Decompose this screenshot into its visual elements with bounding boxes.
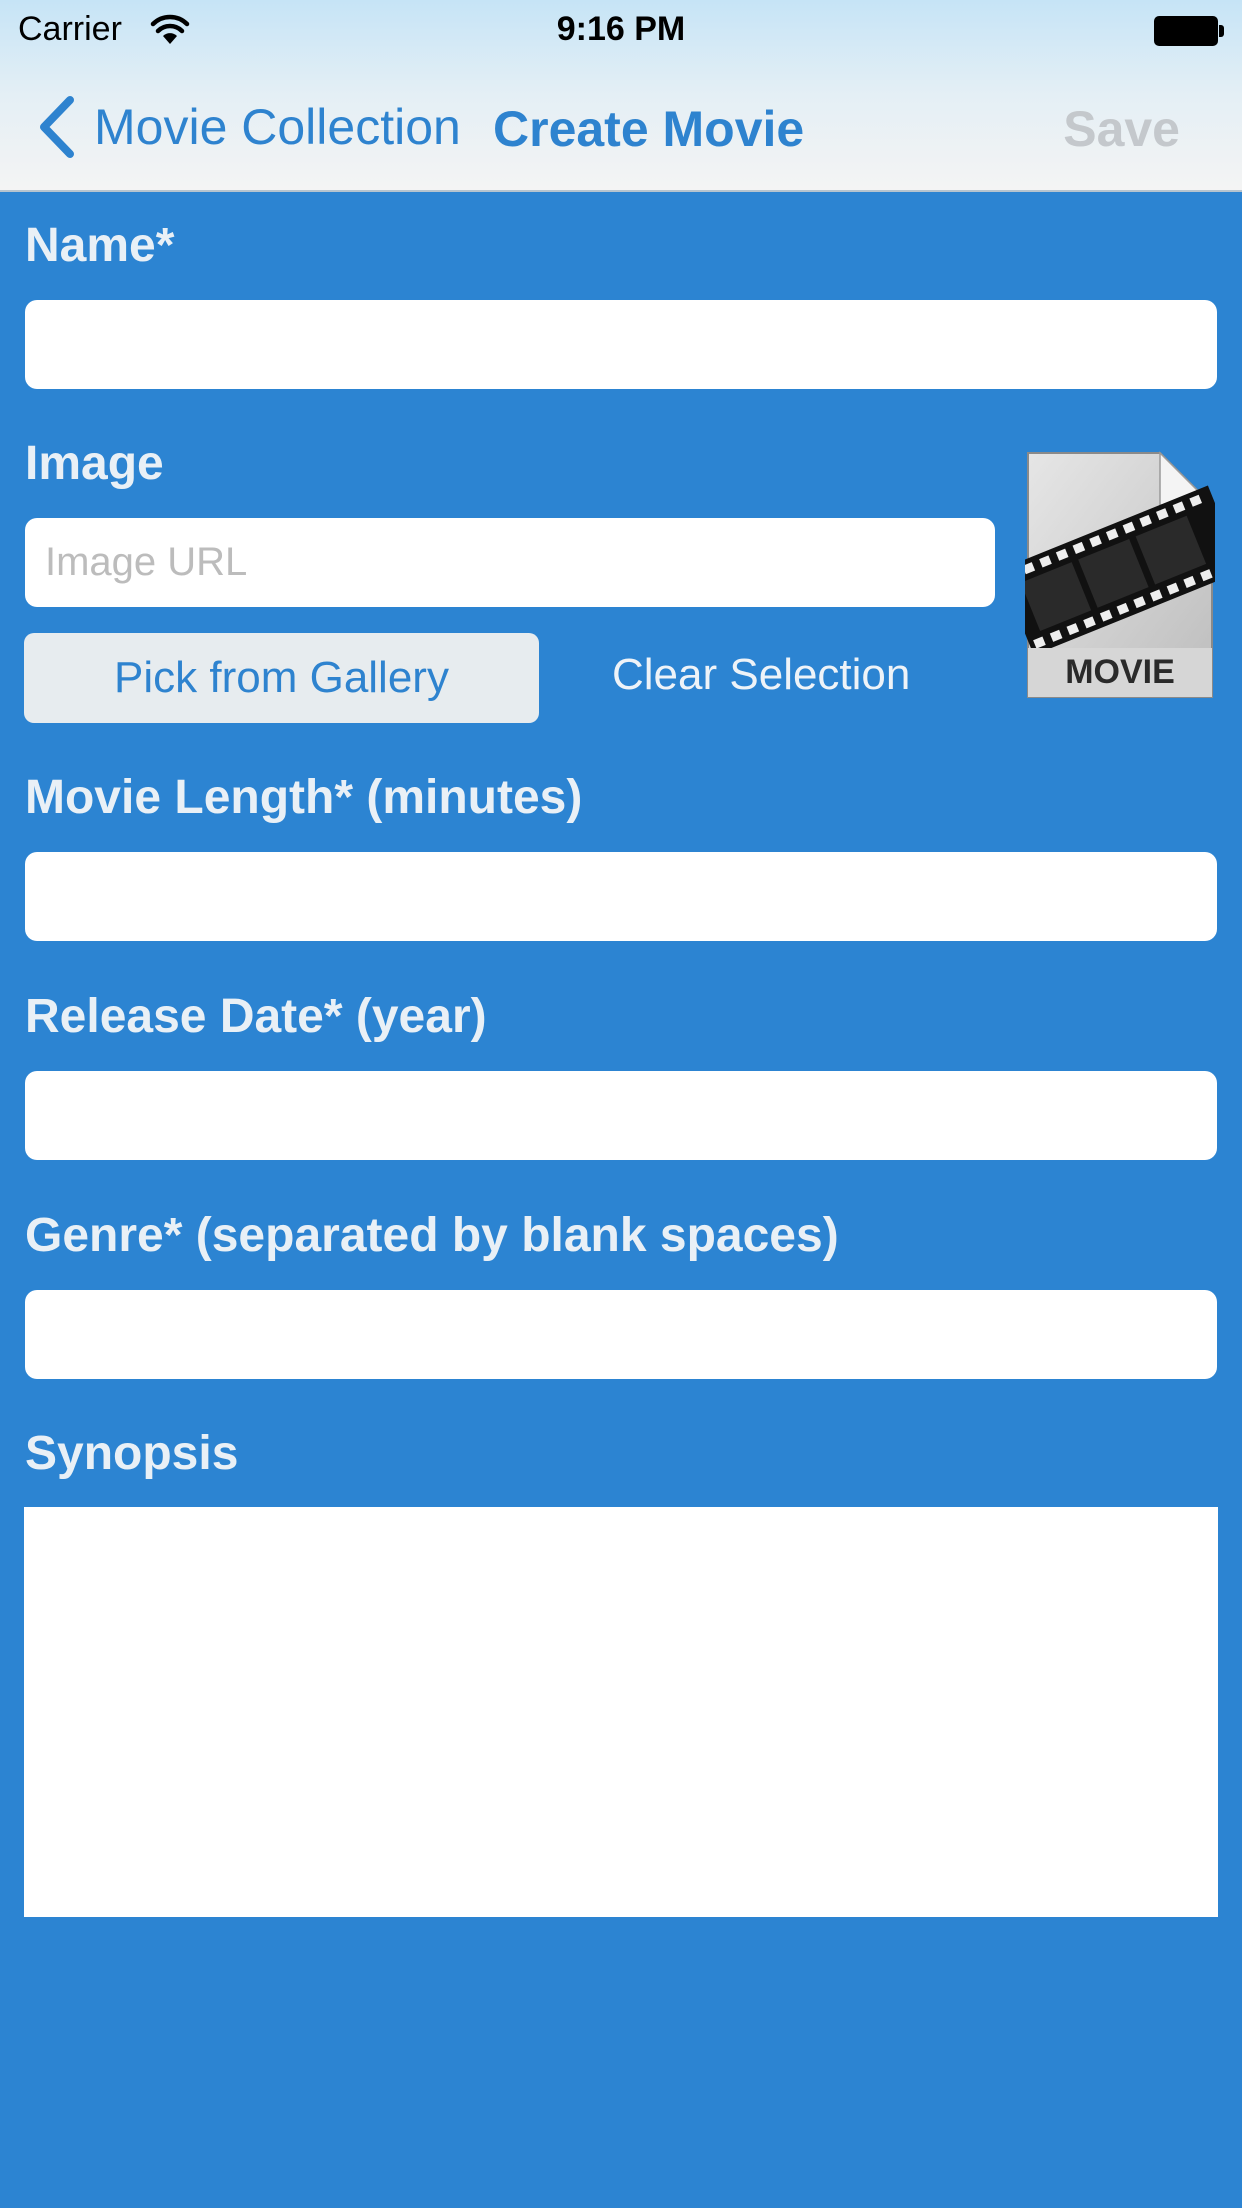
movie-length-label: Movie Length* (minutes) <box>25 771 583 824</box>
page-title: Create Movie <box>493 101 805 157</box>
clear-selection-button[interactable]: Clear Selection <box>612 650 910 700</box>
name-field[interactable] <box>25 300 1217 389</box>
chevron-left-icon <box>40 96 74 158</box>
movie-file-icon: MOVIE <box>1025 451 1215 698</box>
movie-icon-text: MOVIE <box>1065 653 1175 691</box>
movie-length-field[interactable] <box>25 852 1217 941</box>
image-label: Image <box>25 437 164 490</box>
name-label: Name* <box>25 219 175 272</box>
back-button[interactable]: Movie Collection <box>34 92 461 162</box>
genre-label: Genre* (separated by blank spaces) <box>25 1209 839 1262</box>
release-date-field[interactable] <box>25 1071 1217 1160</box>
back-button-label: Movie Collection <box>94 99 461 155</box>
synopsis-field[interactable] <box>24 1507 1218 1917</box>
release-date-label: Release Date* (year) <box>25 990 487 1043</box>
save-button[interactable]: Save <box>1063 100 1180 158</box>
genre-field[interactable] <box>25 1290 1217 1379</box>
navigation-bar: Carrier 9:16 PM Movie Collection Create … <box>0 0 1242 192</box>
pick-from-gallery-button[interactable]: Pick from Gallery <box>24 633 539 723</box>
synopsis-label: Synopsis <box>25 1427 239 1480</box>
status-time: 9:16 PM <box>556 10 686 48</box>
status-bar: Carrier 9:16 PM <box>0 0 1242 62</box>
battery-icon <box>1154 16 1224 46</box>
image-url-field[interactable] <box>25 518 995 607</box>
